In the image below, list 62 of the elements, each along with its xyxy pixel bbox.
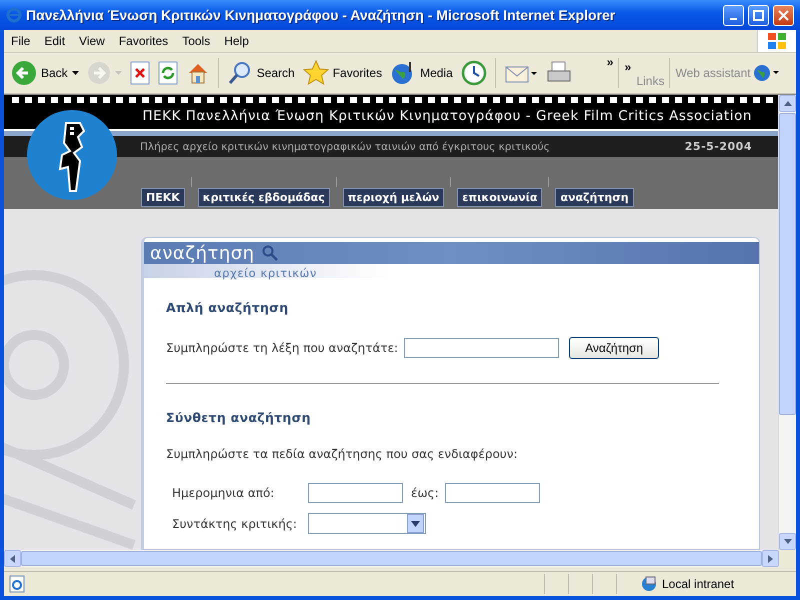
site-title: ΠΕΚΚ Πανελλήνια Ένωση Κριτικών Κινηματογράφου - Greek Film Critics Association [142,109,752,124]
search-icon [226,60,253,86]
caret-icon [72,70,79,76]
panel-subtitle: αρχείο κριτικών [214,266,317,280]
down-arrow-icon[interactable] [784,539,792,544]
network-globe-icon [640,575,658,593]
field-label: Συμπληρώστε τη λέξη που αναζητάτε: [166,341,398,355]
windows-flag-icon [757,30,796,52]
caret-icon [114,70,122,76]
up-arrow-icon[interactable] [784,101,792,106]
nav-tab[interactable]: επικοινωνία [457,188,542,207]
menu-item[interactable]: Help [217,34,256,48]
media-button[interactable]: Media [387,56,456,90]
zone-label: Local intranet [662,577,736,591]
stop-icon [130,61,150,85]
nav-tab[interactable]: ΠΕΚΚ [141,188,185,207]
date-from-field[interactable] [308,483,403,503]
field-label: Ημερομηνια από: [172,486,276,500]
date-text: 25-5-2004 [684,140,752,153]
maximize-icon [753,10,764,20]
more-chevron[interactable]: » [606,55,614,69]
nav-tab[interactable]: αναζήτηση [555,188,634,207]
site-subtitle: Πλήρες αρχείο κριτικών κινηματογραφικών ταινιών από έγκριτους κριτικούς [140,140,550,152]
right-arrow-icon[interactable] [768,554,773,562]
caret-icon [411,520,420,526]
star-icon [302,60,329,86]
field-label: έως: [411,486,439,500]
search-field[interactable] [404,338,560,358]
globe-icon [752,63,781,83]
vertical-scrollbar[interactable] [778,95,796,550]
section-heading: Σύνθετη αναζήτηση [166,410,312,425]
menu-item[interactable]: Tools [175,34,218,48]
search-button[interactable]: Αναζήτηση [569,337,660,359]
menu-item[interactable]: View [72,34,112,48]
browser-logo-icon [6,7,22,23]
menu-item[interactable]: File [4,34,38,48]
back-button[interactable]: Back [8,56,82,90]
magnifier-icon [260,245,279,261]
window-title: Πανελλήνια Ένωση Κριτικών Κινηματογράφου - Αναζήτηση - Microsoft Internet Explorer [26,7,616,23]
author-dropdown[interactable] [308,513,426,534]
nav-tab[interactable]: κριτικές εβδομάδας [198,188,330,207]
left-arrow-icon[interactable] [10,554,15,562]
favorites-button[interactable]: Favorites [300,56,386,90]
instruction-text: Συμπληρώστε τα πεδία αναζήτησης που σας ενδιαφέρουν: [166,447,518,461]
links-chevron[interactable]: » [624,60,632,74]
maximize-button[interactable] [748,4,769,26]
section-heading: Απλή αναζήτηση [166,300,290,315]
date-to-field[interactable] [444,483,540,503]
page-icon [8,575,26,593]
minimize-icon [730,18,737,20]
search-button[interactable]: Search [224,56,298,90]
panel-title: αναζήτηση [150,242,255,264]
field-label: Συντάκτης κριτικής: [172,516,298,530]
clock-icon [460,60,487,86]
nav-tab[interactable]: περιοχή μελών [342,188,444,207]
close-button[interactable] [773,4,794,26]
horizontal-scrollbar[interactable] [4,550,779,567]
refresh-icon [158,61,178,85]
minimize-button[interactable] [723,4,744,26]
menu-item[interactable]: Favorites [112,34,176,48]
menu-item[interactable]: Edit [37,34,72,48]
close-icon [778,10,789,20]
